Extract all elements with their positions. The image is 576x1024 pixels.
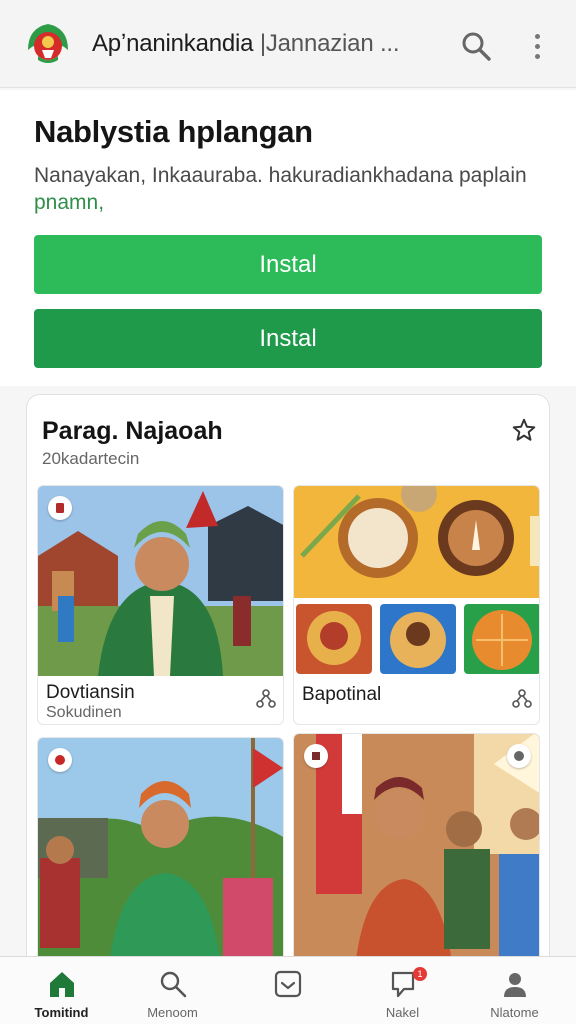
description-highlight: pnamn, <box>34 191 105 214</box>
share-icon[interactable] <box>511 688 533 710</box>
tile-image <box>38 486 283 676</box>
search-icon[interactable] <box>458 28 494 64</box>
nav-item-profile[interactable]: Nlatome <box>457 957 572 1024</box>
app-badge-icon <box>48 748 72 772</box>
tile-sublabel: Sokudinen <box>46 704 122 721</box>
profile-icon <box>504 973 526 997</box>
notification-badge: 1 <box>413 967 427 981</box>
install-title: Nablystia hplangan <box>34 114 313 149</box>
description-main: Nanayakan, Inkaauraba. hakuradiankhadana… <box>34 164 527 187</box>
app-badge-icon <box>48 496 72 520</box>
inbox-icon <box>274 970 302 998</box>
tile-label: Bapotinal <box>302 684 382 705</box>
content-tile[interactable]: Bapotinal <box>293 485 540 725</box>
nav-item-search[interactable]: Menoom <box>115 957 230 1024</box>
star-outline-icon[interactable] <box>511 417 537 443</box>
app-title: Apʼnaninkandia |Jannazian ... <box>92 30 400 58</box>
nav-label: Nakel <box>385 1005 420 1020</box>
nav-label: Nlatome <box>490 1005 539 1020</box>
bottom-navigation: Tomitind Menoom 1 Nakel Nlatome <box>0 956 576 1024</box>
nav-item-home[interactable]: Tomitind <box>4 957 119 1024</box>
content-tile[interactable]: Dovtiansin Sokudinen <box>37 485 284 725</box>
app-subtitle: Jannazian ... <box>265 30 400 57</box>
content-tile[interactable] <box>37 737 284 973</box>
nav-item-notifications[interactable]: 1 Nakel <box>345 957 460 1024</box>
install-section: Nablystia hplangan Nanayakan, Inkaauraba… <box>0 90 576 386</box>
install-button-primary[interactable]: Instal <box>34 235 542 294</box>
install-button-secondary[interactable]: Instal <box>34 309 542 368</box>
app-name: Apʼnaninkandia <box>92 30 254 57</box>
share-icon[interactable] <box>255 688 277 710</box>
app-badge-icon <box>304 744 328 768</box>
info-icon[interactable] <box>507 744 531 768</box>
content-tile[interactable] <box>293 733 540 973</box>
search-icon <box>160 971 187 998</box>
collection-card: Parag. Najaoah 20kadartecin Dovtiansin S… <box>26 394 550 974</box>
app-logo-icon <box>28 24 68 63</box>
tile-image <box>294 734 539 973</box>
nav-label: Tomitind <box>34 1005 89 1020</box>
install-description: Nanayakan, Inkaauraba. hakuradiankhadana… <box>34 162 534 216</box>
home-icon <box>50 972 74 997</box>
tile-image <box>294 486 539 676</box>
nav-label: Menoom <box>147 1005 198 1020</box>
tile-image <box>38 738 283 973</box>
card-subtitle: 20kadartecin <box>42 449 140 468</box>
more-vert-icon[interactable] <box>522 28 552 64</box>
tile-label: Dovtiansin <box>46 682 135 703</box>
top-app-bar: Apʼnaninkandia |Jannazian ... <box>0 0 576 88</box>
card-title: Parag. Najaoah <box>42 417 223 445</box>
app-screen: Apʼnaninkandia |Jannazian ... Nablystia … <box>0 0 576 1024</box>
nav-item-inbox[interactable] <box>230 957 345 1024</box>
